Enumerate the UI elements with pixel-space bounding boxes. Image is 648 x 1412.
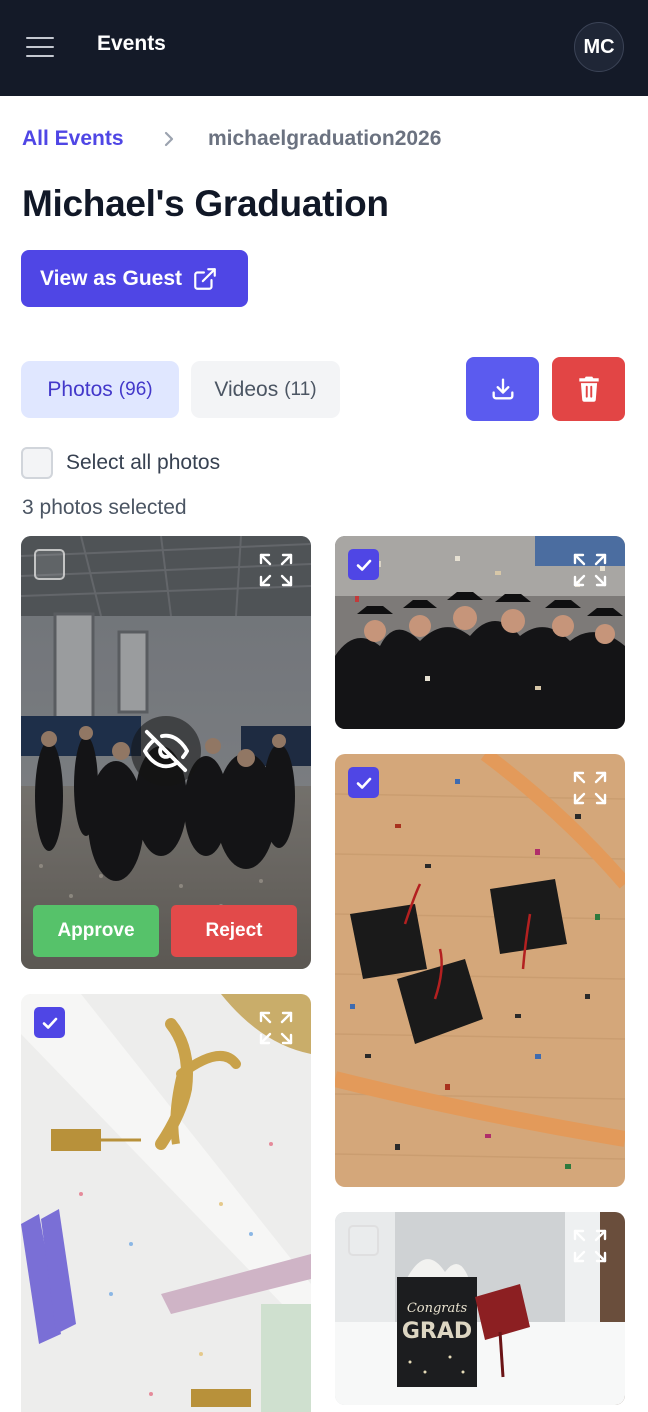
trash-icon	[578, 376, 599, 402]
photo-checkbox[interactable]	[348, 549, 379, 580]
menu-icon[interactable]	[26, 35, 56, 59]
tab-videos[interactable]: Videos (11)	[191, 361, 340, 418]
hidden-indicator	[131, 716, 201, 786]
photo-diploma-tassels	[21, 994, 311, 1412]
photo-caps-on-floor	[335, 754, 625, 1187]
photo-card[interactable]: Approve Reject	[21, 536, 311, 969]
gift-bag-text-congrats: Congrats	[407, 1301, 468, 1316]
photo-card[interactable]	[335, 754, 625, 1187]
eye-off-icon	[143, 729, 189, 773]
expand-icon[interactable]	[572, 552, 608, 588]
photo-card[interactable]	[335, 536, 625, 729]
reject-button[interactable]: Reject	[171, 905, 297, 957]
checkmark-icon	[42, 1017, 57, 1029]
user-avatar[interactable]: MC	[574, 22, 624, 72]
app-title: Events	[97, 32, 166, 55]
delete-button[interactable]	[552, 357, 625, 421]
view-as-guest-button[interactable]: View as Guest	[21, 250, 248, 307]
tab-photos-count: (96)	[118, 378, 153, 400]
tab-videos-count: (11)	[284, 378, 317, 400]
tab-photos-label: Photos	[47, 377, 113, 401]
photo-checkbox[interactable]	[34, 1007, 65, 1038]
photo-checkbox[interactable]	[348, 767, 379, 798]
breadcrumb-all-events[interactable]: All Events	[22, 127, 124, 151]
expand-icon[interactable]	[258, 1010, 294, 1046]
expand-icon[interactable]	[572, 770, 608, 806]
select-all-label[interactable]: Select all photos	[66, 451, 220, 475]
breadcrumb-current: michaelgraduation2026	[208, 127, 442, 150]
selected-count: 3 photos selected	[22, 496, 187, 519]
checkmark-icon	[356, 559, 371, 571]
approve-button[interactable]: Approve	[33, 905, 159, 957]
photo-card[interactable]: Congrats GRAD	[335, 1212, 625, 1405]
checkmark-icon	[356, 777, 371, 789]
photo-checkbox[interactable]	[34, 549, 65, 580]
chevron-right-icon	[164, 131, 174, 147]
download-button[interactable]	[466, 357, 539, 421]
download-icon	[492, 378, 513, 400]
top-bar: Events MC	[0, 0, 648, 96]
tab-photos[interactable]: Photos (96)	[21, 361, 179, 418]
page-title: Michael's Graduation	[22, 183, 389, 224]
select-all-checkbox[interactable]	[21, 447, 53, 479]
tab-videos-label: Videos	[214, 377, 279, 401]
gift-bag-text-grad: GRAD	[402, 1319, 472, 1344]
photo-card[interactable]	[21, 994, 311, 1412]
external-link-icon	[194, 267, 216, 290]
view-as-guest-label: View as Guest	[40, 266, 183, 290]
expand-icon[interactable]	[258, 552, 294, 588]
photo-checkbox[interactable]	[348, 1225, 379, 1256]
expand-icon[interactable]	[572, 1228, 608, 1264]
